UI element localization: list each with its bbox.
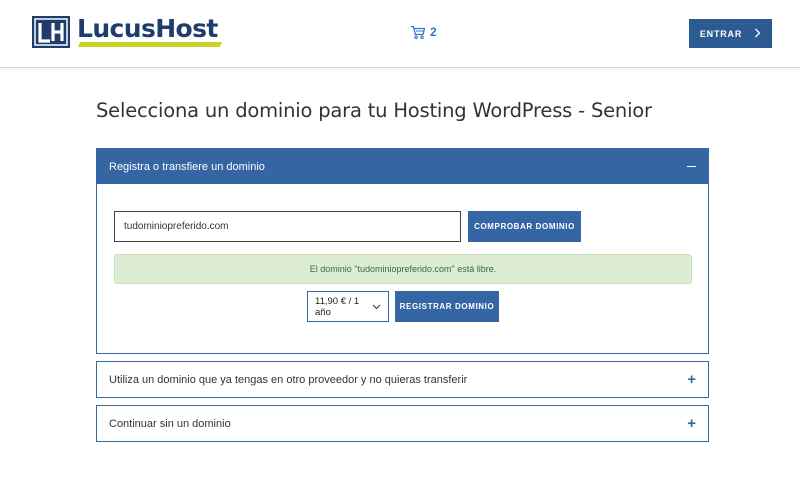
existing-domain-panel[interactable]: Utiliza un dominio que ya tengas en otro… [96, 361, 709, 398]
register-domain-panel-title: Registra o transfiere un dominio [109, 160, 265, 173]
existing-domain-panel-title: Utiliza un dominio que ya tengas en otro… [109, 373, 468, 386]
cart-icon [410, 24, 426, 40]
chevron-down-icon [372, 302, 381, 311]
site-header: LucusHost 2 ENTRAR [0, 0, 800, 68]
domain-available-alert: El dominio "tudominiopreferido.com" está… [114, 254, 692, 284]
cart-link[interactable]: 2 [410, 24, 437, 40]
chevron-right-icon [754, 28, 761, 40]
no-domain-panel[interactable]: Continuar sin un dominio + [96, 405, 709, 442]
price-period-value: 11,90 € / 1 año [315, 295, 360, 318]
login-button-label: ENTRAR [699, 28, 743, 39]
register-domain-button[interactable]: REGISTRAR DOMINIO [395, 291, 499, 322]
price-period-select[interactable]: 11,90 € / 1 año [307, 291, 389, 322]
check-domain-button[interactable]: COMPROBAR DOMINIO [468, 211, 581, 242]
login-button[interactable]: ENTRAR [689, 19, 772, 48]
register-domain-panel: Registra o transfiere un dominio COMPROB… [96, 148, 709, 354]
logo-mark-icon [32, 16, 70, 48]
expand-plus-icon[interactable]: + [687, 372, 696, 387]
page-title: Selecciona un dominio para tu Hosting Wo… [96, 99, 652, 122]
cart-count-badge: 2 [430, 25, 437, 39]
domain-search-input[interactable] [114, 211, 461, 242]
logo-text: LucusHost [77, 14, 218, 43]
collapse-minus-icon[interactable] [687, 165, 696, 168]
register-domain-panel-header[interactable]: Registra o transfiere un dominio [97, 149, 708, 184]
expand-plus-icon[interactable]: + [687, 416, 696, 431]
logo-underline [77, 42, 223, 47]
no-domain-panel-title: Continuar sin un dominio [109, 417, 231, 430]
lucushost-logo[interactable]: LucusHost [32, 14, 223, 48]
